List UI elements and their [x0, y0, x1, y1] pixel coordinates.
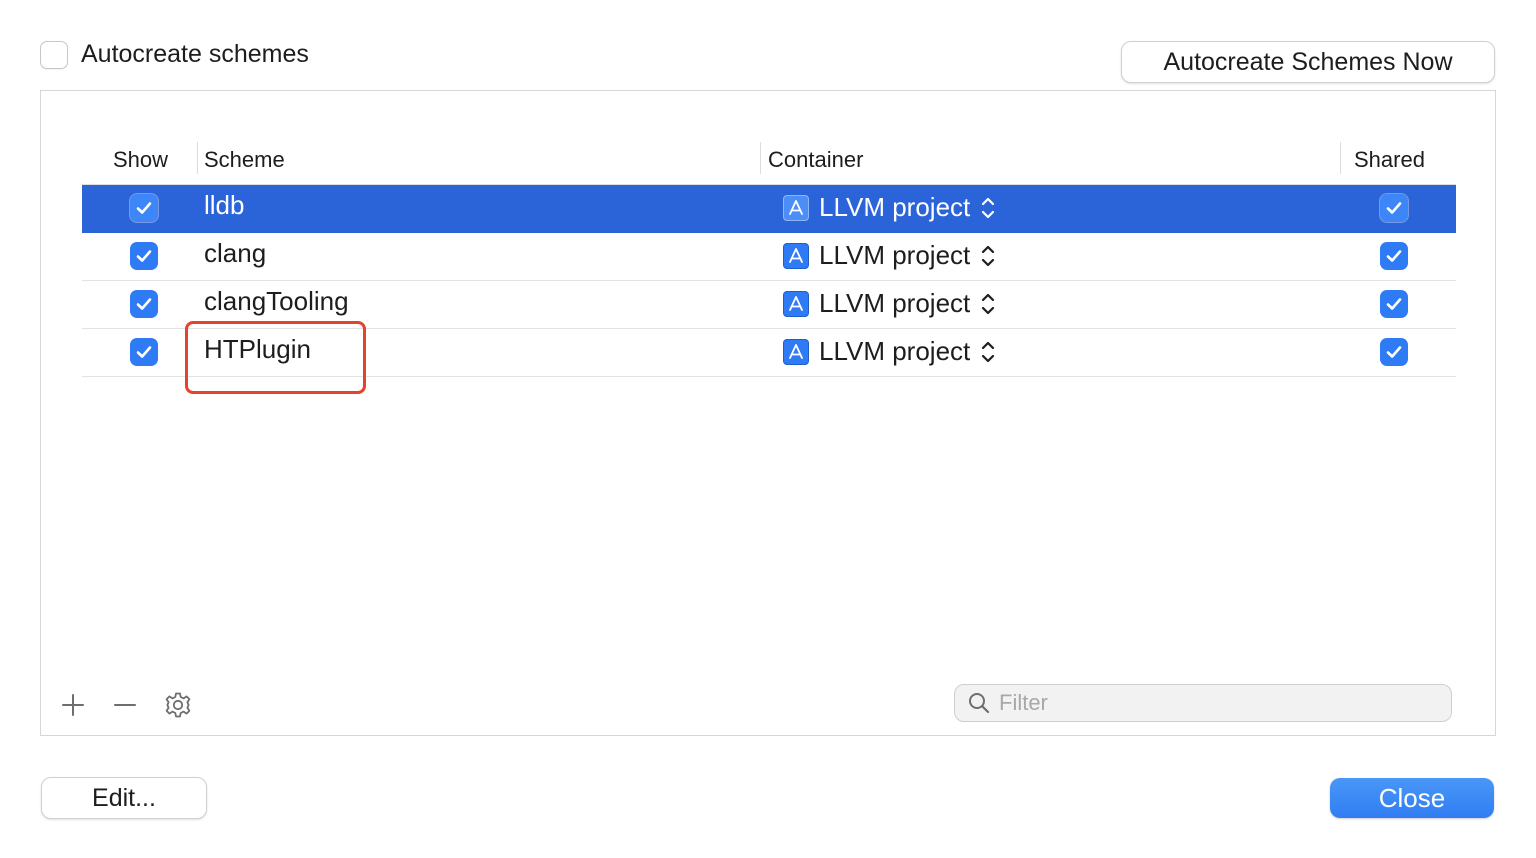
show-checkbox[interactable]	[130, 194, 158, 222]
container-label: LLVM project	[819, 288, 971, 318]
scheme-actions-button[interactable]	[163, 690, 193, 720]
scheme-name: lldb	[204, 190, 245, 220]
chevron-updown-icon	[980, 339, 996, 365]
remove-scheme-button[interactable]	[110, 690, 140, 720]
annotation-highlight-box	[185, 321, 366, 394]
checkmark-icon	[136, 346, 152, 358]
add-scheme-button[interactable]	[58, 690, 88, 720]
checkmark-icon	[1386, 346, 1402, 358]
autocreate-schemes-now-button[interactable]: Autocreate Schemes Now	[1121, 41, 1495, 83]
edit-button[interactable]: Edit...	[41, 777, 207, 819]
close-button[interactable]: Close	[1330, 778, 1494, 818]
show-checkbox[interactable]	[130, 242, 158, 270]
autocreate-schemes-checkbox[interactable]: Autocreate schemes	[40, 40, 309, 69]
container-label: LLVM project	[819, 192, 971, 222]
show-checkbox[interactable]	[130, 290, 158, 318]
shared-checkbox[interactable]	[1380, 194, 1408, 222]
shared-checkbox[interactable]	[1380, 242, 1408, 270]
checkmark-icon	[136, 202, 152, 214]
scheme-name: clang	[204, 238, 267, 268]
shared-checkbox[interactable]	[1380, 290, 1408, 318]
checkmark-icon	[136, 250, 152, 262]
container-popup[interactable]: LLVM project	[783, 240, 996, 271]
checkmark-icon	[1386, 202, 1402, 214]
header-show[interactable]: Show	[113, 147, 168, 173]
autocreate-checkbox-box[interactable]	[40, 40, 68, 69]
header-shared[interactable]: Shared	[1354, 147, 1425, 173]
plus-icon	[62, 694, 84, 716]
autocreate-label: Autocreate schemes	[81, 40, 309, 68]
manage-schemes-sheet: Autocreate schemes Autocreate Schemes No…	[0, 0, 1536, 858]
container-label: LLVM project	[819, 336, 971, 366]
container-popup[interactable]: LLVM project	[783, 336, 996, 367]
chevron-updown-icon	[980, 195, 996, 221]
gear-icon	[165, 692, 191, 718]
xcode-project-icon	[783, 242, 809, 269]
checkmark-icon	[1386, 298, 1402, 310]
checkmark-icon	[136, 298, 152, 310]
show-checkbox[interactable]	[130, 338, 158, 366]
xcode-project-icon	[783, 194, 809, 221]
filter-field[interactable]	[954, 684, 1452, 722]
table-row[interactable]: clang LLVM project	[82, 233, 1456, 281]
search-icon	[969, 693, 990, 714]
container-popup[interactable]: LLVM project	[783, 288, 996, 319]
container-label: LLVM project	[819, 240, 971, 270]
table-row[interactable]: lldb LLVM project	[82, 185, 1456, 233]
shared-checkbox[interactable]	[1380, 338, 1408, 366]
header-container[interactable]: Container	[768, 147, 863, 173]
table-header: Show Scheme Container Shared	[82, 140, 1456, 184]
container-popup[interactable]: LLVM project	[783, 192, 996, 223]
chevron-updown-icon	[980, 243, 996, 269]
column-divider[interactable]	[1340, 142, 1341, 174]
filter-input[interactable]	[999, 690, 1439, 716]
checkmark-icon	[1386, 250, 1402, 262]
column-divider[interactable]	[197, 142, 198, 174]
xcode-project-icon	[783, 338, 809, 365]
header-scheme[interactable]: Scheme	[204, 147, 285, 173]
xcode-project-icon	[783, 290, 809, 317]
minus-icon	[114, 704, 136, 706]
scheme-name: clangTooling	[204, 286, 349, 316]
chevron-updown-icon	[980, 291, 996, 317]
column-divider[interactable]	[760, 142, 761, 174]
